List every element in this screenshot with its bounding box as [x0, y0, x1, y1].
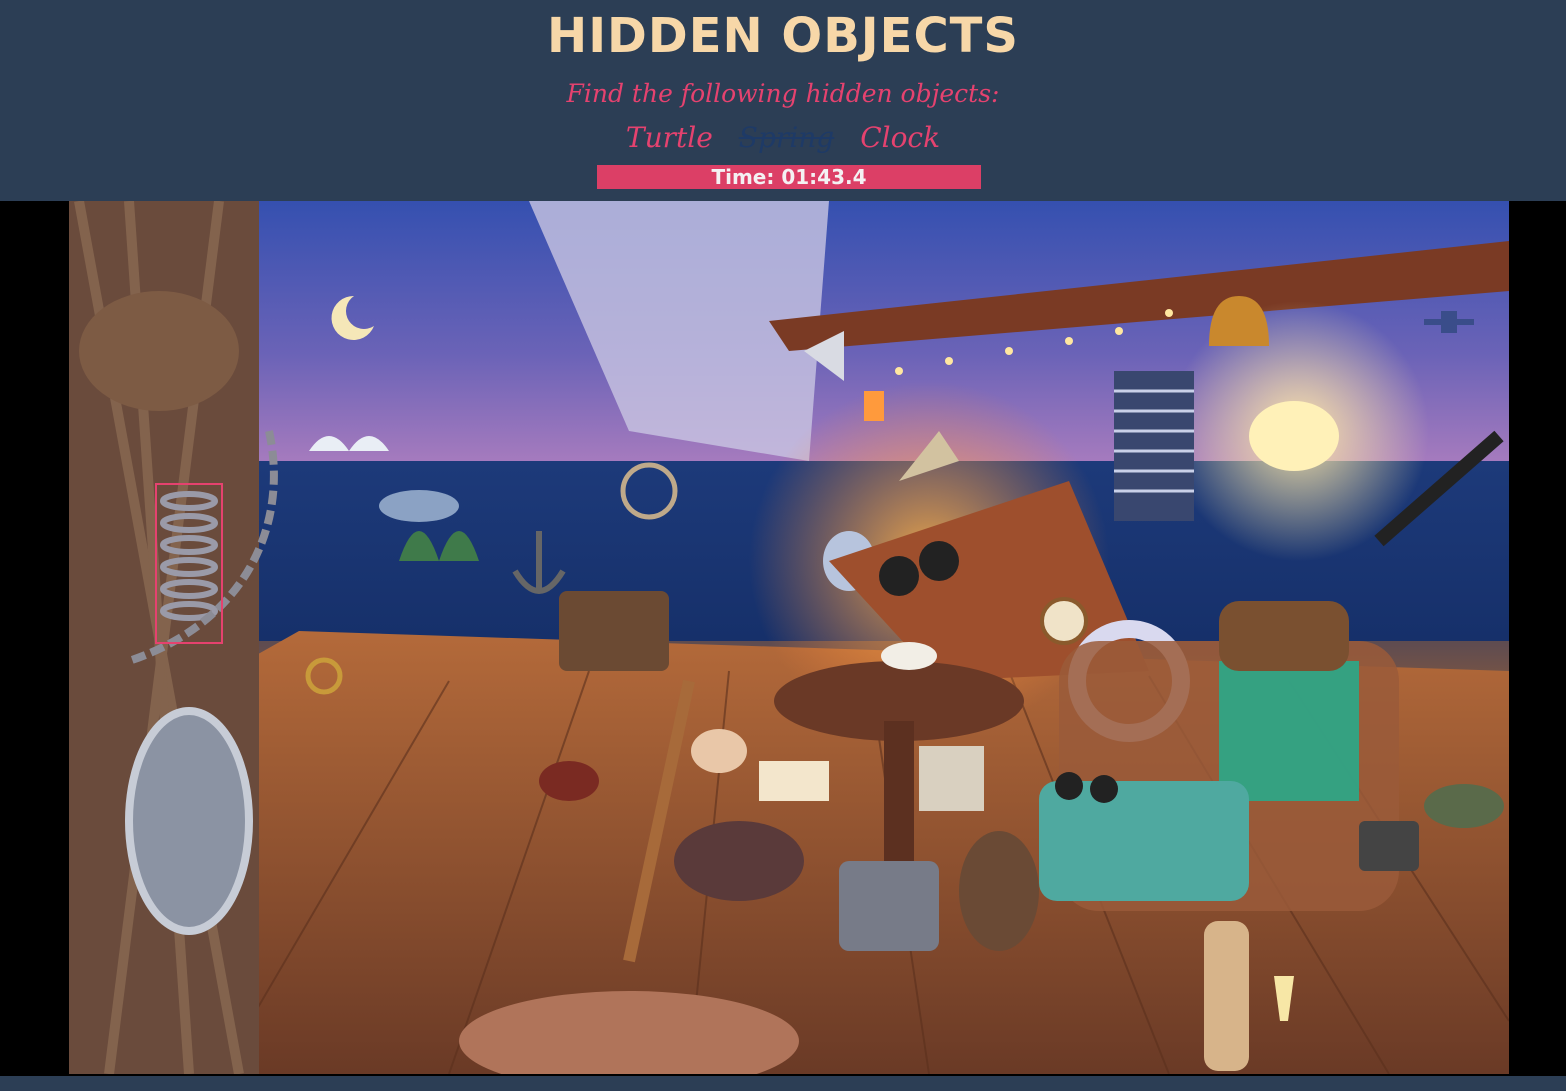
dog-icon [959, 831, 1039, 951]
object-item-spring: Spring [738, 121, 835, 154]
game-title: HIDDEN OBJECTS [547, 8, 1019, 64]
book-icon [759, 761, 829, 801]
barrel-icon [1219, 601, 1349, 671]
turtle-icon [1424, 784, 1504, 828]
instructions-text: Find the following hidden objects: [566, 79, 1000, 108]
seashell-icon [691, 729, 747, 773]
floodlight-icon [1249, 401, 1339, 471]
suitcase-icon [559, 591, 669, 671]
lantern-icon [864, 391, 884, 421]
wine-bottle-icon [1204, 921, 1249, 1071]
stool-icon [674, 821, 804, 901]
chess-board-icon [919, 746, 984, 811]
scene-illustration [69, 201, 1509, 1074]
game-stage [0, 201, 1566, 1076]
object-list: Turtle Spring Clock [0, 118, 1566, 158]
hidden-object-scene[interactable] [69, 201, 1509, 1074]
object-item-turtle: Turtle [625, 121, 713, 154]
whale-icon [379, 490, 459, 522]
diving-helmet-icon [125, 707, 253, 935]
found-spring-marker [155, 483, 223, 644]
timer: Time: 01:43.4 [597, 165, 981, 189]
lobster-icon [539, 761, 599, 801]
camera-icon [1359, 821, 1419, 871]
striped-top-icon [1114, 371, 1194, 521]
ice-bucket-icon [839, 861, 939, 951]
object-item-clock: Clock [860, 121, 941, 154]
game-header: HIDDEN OBJECTS Find the following hidden… [0, 0, 1566, 201]
footer-bar [0, 1076, 1566, 1091]
teacup-icon [881, 642, 937, 670]
rope-knot-icon [79, 291, 239, 411]
clock-icon [1040, 597, 1088, 645]
